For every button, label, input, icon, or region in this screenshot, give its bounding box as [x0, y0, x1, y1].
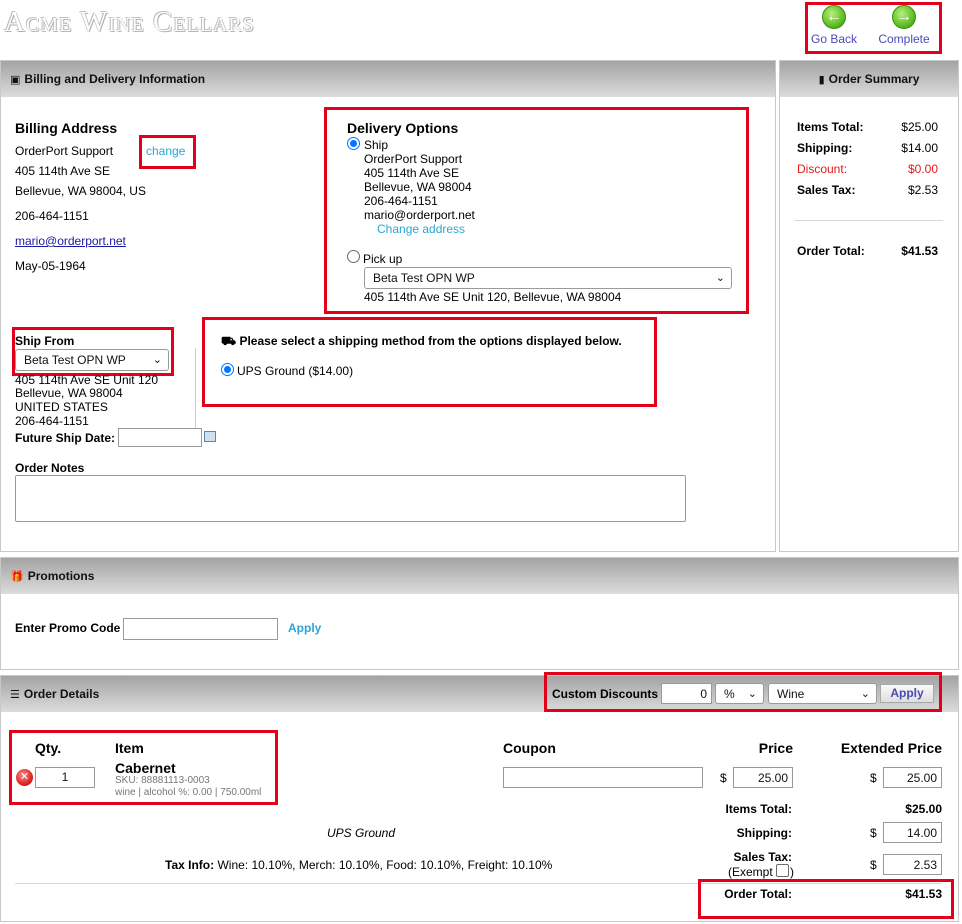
- highlight-change: [139, 135, 196, 169]
- order-notes-label: Order Notes: [15, 461, 85, 475]
- highlight-custom-discounts: [544, 672, 942, 712]
- item-coupon-input[interactable]: [503, 767, 703, 788]
- item-price-input[interactable]: 25.00: [733, 767, 793, 788]
- billing-street: 405 114th Ave SE: [15, 164, 110, 178]
- promotions-panel: 🎁 Promotions: [0, 557, 959, 670]
- col-price: Price: [758, 740, 793, 756]
- ship-from-street: 405 114th Ave SE Unit 120: [15, 373, 158, 387]
- calendar-icon[interactable]: [204, 431, 216, 442]
- store-logo: Acme Wine Cellars: [4, 6, 255, 38]
- sales-tax-label: Sales Tax:: [733, 850, 792, 864]
- sales-tax-currency: $: [870, 858, 877, 872]
- tax-info-label: Tax Info:: [165, 858, 215, 872]
- promotions-title: Promotions: [27, 569, 95, 583]
- highlight-ship-from: [12, 327, 174, 376]
- ship-from-country: UNITED STATES: [15, 400, 108, 414]
- highlight-nav: [805, 2, 942, 54]
- future-ship-date-label: Future Ship Date:: [15, 431, 116, 445]
- summary-tax-value: $2.53: [907, 183, 938, 197]
- billing-email-link[interactable]: mario@orderport.net: [15, 234, 126, 248]
- highlight-order-total: [698, 879, 954, 919]
- summary-items-label: Items Total:: [797, 120, 864, 134]
- exempt-close-paren: ): [790, 865, 794, 879]
- ship-from-divider: [195, 348, 196, 428]
- shipping-currency: $: [870, 826, 877, 840]
- highlight-shipping-method: [202, 317, 657, 407]
- clipboard-icon: ▮: [818, 74, 825, 86]
- billing-delivery-title: Billing and Delivery Information: [24, 72, 206, 86]
- order-details-title: Order Details: [23, 687, 100, 701]
- ship-from-city: Bellevue, WA 98004: [15, 386, 123, 400]
- summary-discount-value: $0.00: [907, 162, 938, 176]
- promo-code-label: Enter Promo Code: [15, 621, 121, 635]
- summary-divider: [794, 220, 943, 221]
- item-extended-input[interactable]: 25.00: [883, 767, 942, 788]
- tax-info: Tax Info: Wine: 10.10%, Merch: 10.10%, F…: [165, 858, 552, 872]
- ship-from-phone: 206-464-1151: [15, 414, 89, 428]
- items-total-value: $25.00: [905, 802, 942, 816]
- summary-discount-label: Discount:: [797, 162, 848, 176]
- billing-dob: May-05-1964: [15, 259, 86, 273]
- id-card-icon: ▣: [10, 74, 21, 86]
- promo-code-input[interactable]: [123, 618, 278, 640]
- summary-tax-label: Sales Tax:: [797, 183, 856, 197]
- price-currency: $: [720, 771, 727, 785]
- exempt-checkbox[interactable]: [776, 864, 789, 877]
- shipping-input[interactable]: 14.00: [883, 822, 942, 843]
- extended-currency: $: [870, 771, 877, 785]
- exempt-label: (Exempt: [728, 865, 773, 879]
- summary-shipping-label: Shipping:: [797, 141, 853, 155]
- shipping-method-name: UPS Ground: [327, 826, 396, 840]
- shipping-label: Shipping:: [736, 826, 792, 840]
- col-coupon: Coupon: [503, 740, 556, 756]
- future-ship-date-input[interactable]: [118, 428, 202, 447]
- highlight-item-row: [9, 730, 278, 805]
- items-total-label: Items Total:: [725, 802, 792, 816]
- billing-name: OrderPort Support: [15, 144, 114, 158]
- summary-total-value: $41.53: [901, 244, 938, 258]
- billing-city: Bellevue, WA 98004, US: [15, 184, 146, 198]
- summary-items-value: $25.00: [901, 120, 938, 134]
- billing-phone: 206-464-1151: [15, 209, 89, 223]
- billing-delivery-header: ▣ Billing and Delivery Information: [1, 61, 775, 97]
- tax-info-value: Wine: 10.10%, Merch: 10.10%, Food: 10.10…: [217, 858, 553, 872]
- promo-apply-link[interactable]: Apply: [288, 621, 321, 635]
- order-summary-header: ▮ Order Summary: [780, 61, 958, 97]
- summary-shipping-value: $14.00: [901, 141, 938, 155]
- order-summary-title: Order Summary: [828, 72, 920, 86]
- summary-total-label: Order Total:: [797, 244, 865, 258]
- col-extended-price: Extended Price: [840, 740, 942, 756]
- list-icon: ☰: [10, 689, 20, 701]
- billing-address-title: Billing Address: [15, 120, 118, 136]
- order-notes-textarea[interactable]: [15, 475, 686, 522]
- sales-tax-input[interactable]: 2.53: [883, 854, 942, 875]
- highlight-delivery-options: [324, 107, 749, 314]
- promotions-header: 🎁 Promotions: [1, 558, 958, 594]
- gift-icon: 🎁: [10, 571, 24, 583]
